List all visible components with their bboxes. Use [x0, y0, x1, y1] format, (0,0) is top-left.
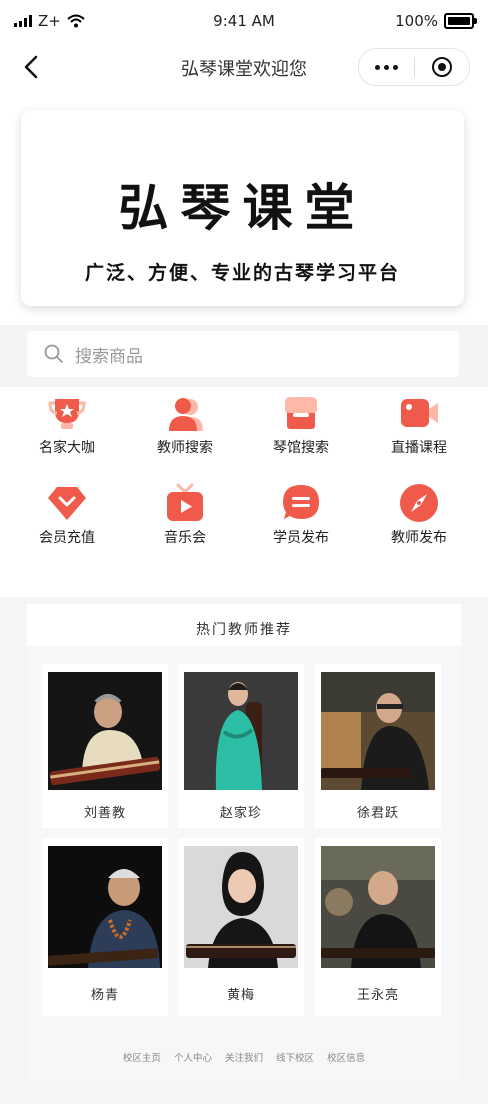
- menu-label: 会员充值: [39, 530, 95, 546]
- teacher-card[interactable]: 徐君跃: [315, 664, 441, 828]
- teacher-name: 王永亮: [356, 988, 399, 1003]
- teacher-card[interactable]: 黄梅: [178, 838, 304, 1016]
- record-icon: [431, 57, 452, 77]
- battery-percent: 100%: [395, 12, 438, 30]
- teacher-photo: [184, 672, 298, 790]
- trophy-icon: [48, 399, 86, 429]
- more-icon: [374, 64, 398, 70]
- close-mini-program-button[interactable]: [415, 49, 470, 85]
- menu-label: 教师发布: [391, 530, 447, 546]
- teacher-photo: [321, 846, 435, 968]
- search-section: 搜索商品: [0, 325, 488, 387]
- menu-label: 学员发布: [273, 530, 329, 546]
- compass-icon: [400, 484, 438, 522]
- search-icon: [44, 344, 63, 363]
- search-placeholder: 搜索商品: [75, 346, 143, 367]
- teacher-photo: [48, 672, 162, 790]
- user-icon: [169, 398, 203, 431]
- menu-label: 琴馆搜索: [273, 440, 329, 456]
- more-button[interactable]: [359, 49, 414, 85]
- menu-item-membership-recharge[interactable]: 会员充值: [12, 483, 122, 547]
- menu-item-hall-search[interactable]: 琴馆搜索: [246, 393, 356, 457]
- battery-icon: [444, 13, 477, 29]
- menu-label: 教师搜索: [157, 440, 213, 456]
- banner[interactable]: 弘琴课堂 广泛、方便、专业的古琴学习平台: [21, 110, 464, 306]
- nav-bar: 弘琴课堂欢迎您: [0, 44, 488, 90]
- teacher-photo: [184, 846, 298, 968]
- teacher-photo: [321, 672, 435, 790]
- status-bar: Z+ 9:41 AM 100%: [0, 0, 488, 44]
- mini-program-capsule: [358, 48, 470, 86]
- banner-brand: 弘琴课堂: [118, 178, 367, 237]
- teacher-card[interactable]: 杨青: [42, 838, 168, 1016]
- footer-link-follow-us[interactable]: 关注我们: [225, 1053, 263, 1064]
- teacher-name: 徐君跃: [356, 806, 399, 821]
- tv-play-icon: [167, 483, 203, 521]
- menu-grid: 名家大咖 教师搜索 琴馆搜索 直播课程 会员充值 音乐会 学员发布 教师发布: [0, 387, 488, 597]
- menu-item-student-post[interactable]: 学员发布: [246, 483, 356, 547]
- teacher-card[interactable]: 刘善教: [42, 664, 168, 828]
- popular-teachers-section: 热门教师推荐 刘善教 赵家珍 徐君跃 杨青 黄梅 王永亮 校区主页 个人中心 关…: [27, 604, 461, 1080]
- menu-item-famous-masters[interactable]: 名家大咖: [12, 393, 122, 457]
- menu-label: 名家大咖: [39, 440, 95, 456]
- menu-label: 音乐会: [164, 530, 206, 546]
- shop-icon: [285, 397, 317, 429]
- footer-link-campus-info[interactable]: 校区信息: [327, 1053, 365, 1064]
- chat-icon: [283, 485, 319, 519]
- menu-item-teacher-post[interactable]: 教师发布: [364, 483, 474, 547]
- menu-item-teacher-search[interactable]: 教师搜索: [130, 393, 240, 457]
- menu-item-concert[interactable]: 音乐会: [130, 483, 240, 547]
- footer-link-campus-home[interactable]: 校区主页: [123, 1053, 161, 1064]
- search-input[interactable]: 搜索商品: [27, 331, 459, 377]
- menu-label: 直播课程: [391, 440, 447, 456]
- banner-section: 弘琴课堂 广泛、方便、专业的古琴学习平台: [0, 90, 488, 325]
- footer-link-offline-campus[interactable]: 线下校区: [276, 1053, 314, 1064]
- banner-slogan: 广泛、方便、专业的古琴学习平台: [84, 262, 400, 284]
- footer-link-personal-center[interactable]: 个人中心: [174, 1053, 212, 1064]
- teacher-name: 赵家珍: [219, 806, 262, 821]
- teacher-name: 杨青: [90, 988, 119, 1003]
- teacher-card[interactable]: 王永亮: [315, 838, 441, 1016]
- teacher-name: 黄梅: [226, 988, 255, 1003]
- section-heading: 热门教师推荐: [27, 604, 461, 646]
- menu-item-live-courses[interactable]: 直播课程: [364, 393, 474, 457]
- teacher-photo: [48, 846, 162, 968]
- diamond-icon: [48, 487, 86, 520]
- video-camera-icon: [401, 399, 438, 427]
- status-right: 100%: [395, 12, 477, 30]
- footer-nav: 校区主页 个人中心 关注我们 线下校区 校区信息: [27, 1050, 461, 1064]
- teacher-name: 刘善教: [83, 806, 126, 821]
- teacher-card[interactable]: 赵家珍: [178, 664, 304, 828]
